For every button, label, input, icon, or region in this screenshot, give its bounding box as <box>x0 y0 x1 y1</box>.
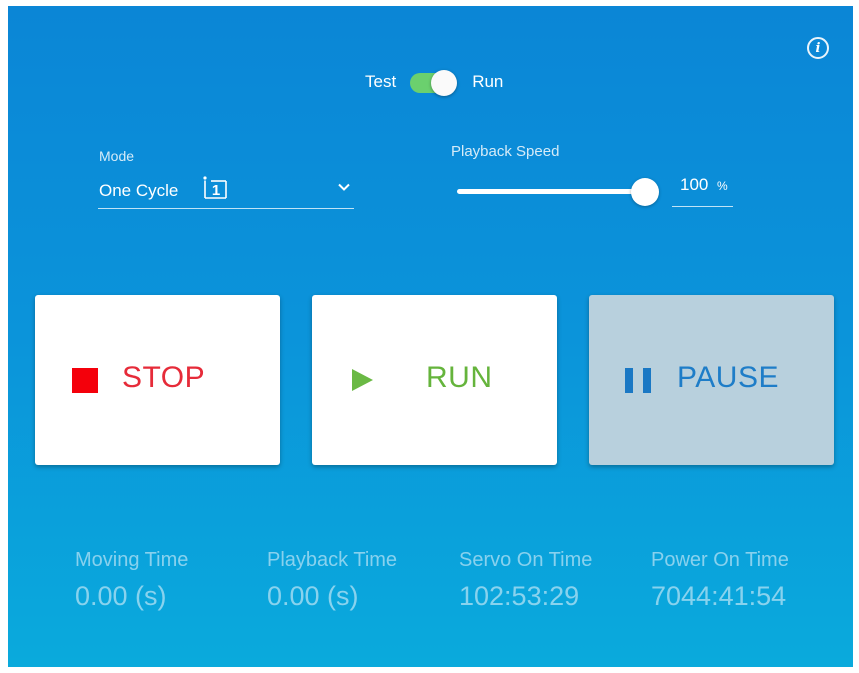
stat-value: 7044:41:54 <box>651 581 787 611</box>
pause-button-label: PAUSE <box>677 361 779 394</box>
stop-square-icon <box>72 368 98 393</box>
stat-title: Power On Time <box>651 549 789 571</box>
playback-speed-label: Playback Speed <box>451 143 560 160</box>
stat-title: Playback Time <box>267 549 398 571</box>
mode-label: Mode <box>99 148 135 164</box>
toggle-label-run: Run <box>472 72 504 91</box>
stop-button-label: STOP <box>122 361 206 394</box>
one-cycle-icon: 1 <box>203 176 227 199</box>
toggle-label-test: Test <box>365 72 397 91</box>
test-run-switch: Test Run <box>365 68 503 96</box>
svg-text:1: 1 <box>212 182 220 199</box>
stop-button[interactable]: STOP <box>35 295 280 465</box>
stat-power-on-time: Power On Time 7044:41:54 <box>651 549 789 612</box>
toggle-knob[interactable] <box>431 70 458 96</box>
playback-speed-unit: % <box>717 179 728 193</box>
mode-value: One Cycle <box>99 181 179 200</box>
chevron-down-icon <box>338 183 350 191</box>
run-button[interactable]: RUN <box>312 295 557 465</box>
stat-moving-time: Moving Time 0.00 (s) <box>75 549 188 612</box>
stat-value: 0.00 (s) <box>75 581 167 611</box>
playback-panel: i Test Run Mode One Cycle 1 Playback Spe… <box>8 6 853 667</box>
mode-dropdown[interactable]: One Cycle 1 <box>98 168 354 209</box>
slider-rail <box>457 189 649 194</box>
pause-button[interactable]: PAUSE <box>589 295 834 465</box>
slider-thumb[interactable] <box>631 178 659 206</box>
playback-speed-value: 100 <box>680 175 709 194</box>
stat-title: Servo On Time <box>459 549 593 571</box>
stat-servo-on-time: Servo On Time 102:53:29 <box>459 549 592 612</box>
test-run-toggle[interactable] <box>410 70 458 96</box>
pause-icon <box>625 368 651 393</box>
stat-value: 0.00 (s) <box>267 581 359 611</box>
playback-speed-slider[interactable] <box>457 178 661 206</box>
stat-title: Moving Time <box>75 549 189 571</box>
play-icon <box>352 369 373 391</box>
run-button-label: RUN <box>426 361 493 394</box>
stat-value: 102:53:29 <box>459 581 580 611</box>
playback-speed-input[interactable]: 100 % <box>672 172 733 207</box>
info-icon[interactable]: i <box>807 37 829 59</box>
stat-playback-time: Playback Time 0.00 (s) <box>267 549 397 612</box>
